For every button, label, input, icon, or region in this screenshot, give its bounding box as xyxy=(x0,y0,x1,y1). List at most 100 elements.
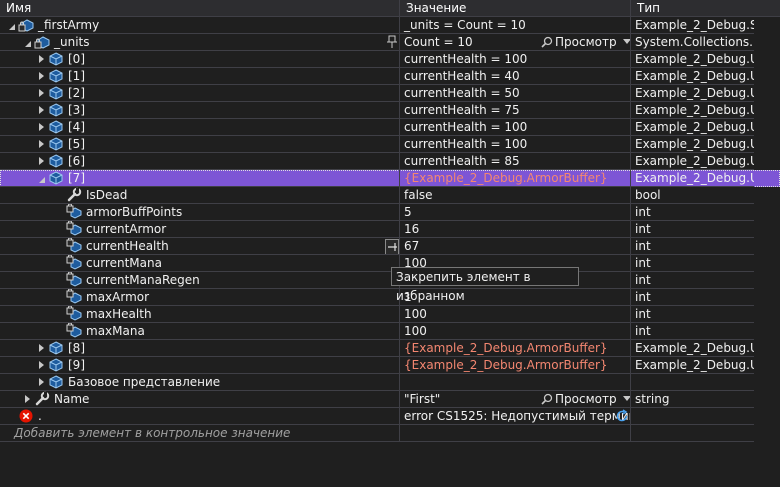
value-cell[interactable]: error CS1525: Недопустимый термин... xyxy=(400,408,631,425)
type-cell[interactable]: System.Collections.... xyxy=(631,34,754,51)
value-cell[interactable]: false xyxy=(400,187,631,204)
type-cell[interactable]: Example_2_Debug.U... xyxy=(631,85,754,102)
expand-arrow-icon[interactable] xyxy=(36,102,48,118)
type-cell[interactable]: int xyxy=(631,221,754,238)
type-cell[interactable]: Example_2_Debug.U... xyxy=(631,102,754,119)
watch-row[interactable]: currentMana 100 int xyxy=(0,255,780,272)
value-cell[interactable]: _units = Count = 10 xyxy=(400,17,631,34)
name-cell[interactable]: [4] xyxy=(0,119,400,136)
watch-row[interactable]: [1] currentHealth = 40 Example_2_Debug.U..… xyxy=(0,68,780,85)
watch-row[interactable]: Базовое представление xyxy=(0,374,780,391)
name-cell[interactable]: [6] xyxy=(0,153,400,170)
type-cell[interactable]: int xyxy=(631,204,754,221)
name-cell[interactable]: currentManaRegen xyxy=(0,272,400,289)
collapse-arrow-icon[interactable] xyxy=(36,170,48,186)
watch-row[interactable]: _firstArmy _units = Count = 10 Example_2_D… xyxy=(0,17,780,34)
type-cell[interactable]: int xyxy=(631,272,754,289)
value-cell[interactable]: currentHealth = 100 xyxy=(400,51,631,68)
name-cell[interactable]: armorBuffPoints xyxy=(0,204,400,221)
value-cell[interactable]: 100 xyxy=(400,306,631,323)
value-cell[interactable]: 16 xyxy=(400,221,631,238)
type-cell[interactable]: Example_2_Debug.U... xyxy=(631,357,754,374)
value-cell[interactable]: Count = 10 Просмотр xyxy=(400,34,631,51)
type-cell[interactable]: Example_2_Debug.U... xyxy=(631,136,754,153)
watch-row[interactable]: [3] currentHealth = 75 Example_2_Debug.U..… xyxy=(0,102,780,119)
value-cell[interactable]: currentHealth = 40 xyxy=(400,68,631,85)
watch-row[interactable]: _units Count = 10 Просмотр System.Collectio… xyxy=(0,34,780,51)
refresh-icon[interactable] xyxy=(615,409,629,423)
expand-arrow-icon[interactable] xyxy=(22,391,34,407)
column-header-type[interactable]: Тип xyxy=(631,0,780,17)
expand-arrow-icon[interactable] xyxy=(36,51,48,67)
expand-arrow-icon[interactable] xyxy=(36,374,48,390)
watch-row[interactable]: currentManaRegen int xyxy=(0,272,780,289)
watch-row[interactable]: currentArmor 16 int xyxy=(0,221,780,238)
view-dropdown-button[interactable]: Просмотр xyxy=(541,34,630,50)
watch-row[interactable]: [6] currentHealth = 85 Example_2_Debug.U..… xyxy=(0,153,780,170)
type-cell[interactable] xyxy=(631,374,754,391)
view-dropdown-button[interactable]: Просмотр xyxy=(541,391,630,407)
name-cell[interactable]: currentArmor xyxy=(0,221,400,238)
name-cell[interactable]: . xyxy=(0,408,400,425)
value-cell[interactable]: {Example_2_Debug.ArmorBuffer} xyxy=(400,340,631,357)
watch-row[interactable]: [8] {Example_2_Debug.ArmorBuffer} Example_… xyxy=(0,340,780,357)
type-cell[interactable]: Example_2_Debug.U... xyxy=(631,170,754,187)
name-cell[interactable]: [9] xyxy=(0,357,400,374)
name-cell[interactable]: currentMana xyxy=(0,255,400,272)
name-cell[interactable]: Базовое представление xyxy=(0,374,400,391)
watch-row[interactable]: maxMana 100 int xyxy=(0,323,780,340)
watch-row[interactable]: [5] currentHealth = 100 Example_2_Debug.U.… xyxy=(0,136,780,153)
pin-icon[interactable] xyxy=(385,239,399,254)
expand-arrow-icon[interactable] xyxy=(36,68,48,84)
watch-row[interactable]: Name "First" Просмотр string xyxy=(0,391,780,408)
value-cell[interactable]: currentHealth = 100 xyxy=(400,136,631,153)
name-cell[interactable]: [0] xyxy=(0,51,400,68)
name-cell[interactable]: _units xyxy=(0,34,400,51)
value-cell[interactable]: 5 xyxy=(400,204,631,221)
name-cell[interactable]: maxHealth xyxy=(0,306,400,323)
pin-icon[interactable] xyxy=(386,35,398,49)
type-cell[interactable]: int xyxy=(631,238,754,255)
type-cell[interactable]: Example_2_Debug.U... xyxy=(631,68,754,85)
name-cell[interactable]: _firstArmy xyxy=(0,17,400,34)
column-header-value[interactable]: Значение xyxy=(400,0,631,17)
expand-arrow-icon[interactable] xyxy=(36,136,48,152)
watch-row[interactable]: [0] currentHealth = 100 Example_2_Debug.U.… xyxy=(0,51,780,68)
value-cell[interactable]: "First" Просмотр xyxy=(400,391,631,408)
name-cell[interactable]: currentHealth xyxy=(0,238,400,255)
value-cell[interactable]: {Example_2_Debug.ArmorBuffer} xyxy=(400,357,631,374)
expand-arrow-icon[interactable] xyxy=(36,153,48,169)
type-cell[interactable]: bool xyxy=(631,187,754,204)
add-watch-input[interactable]: Добавить элемент в контрольное значение xyxy=(0,425,400,442)
column-header-name[interactable]: Имя xyxy=(0,0,400,17)
name-cell[interactable]: Name xyxy=(0,391,400,408)
watch-row[interactable]: [9] {Example_2_Debug.ArmorBuffer} Example_… xyxy=(0,357,780,374)
watch-row[interactable]: [4] currentHealth = 100 Example_2_Debug.U.… xyxy=(0,119,780,136)
value-cell[interactable] xyxy=(400,374,631,391)
name-cell[interactable]: maxArmor xyxy=(0,289,400,306)
name-cell[interactable]: maxMana xyxy=(0,323,400,340)
type-cell[interactable]: int xyxy=(631,306,754,323)
watch-row[interactable]: maxHealth 100 int xyxy=(0,306,780,323)
type-cell[interactable]: Example_2_Debug.U... xyxy=(631,51,754,68)
value-cell[interactable]: 67 xyxy=(400,238,631,255)
watch-row[interactable]: IsDead false bool xyxy=(0,187,780,204)
value-cell[interactable]: {Example_2_Debug.ArmorBuffer} xyxy=(400,170,631,187)
type-cell[interactable]: int xyxy=(631,323,754,340)
watch-row[interactable]: [2] currentHealth = 50 Example_2_Debug.U..… xyxy=(0,85,780,102)
watch-row[interactable]: currentHealth 67 int xyxy=(0,238,780,255)
value-cell[interactable]: currentHealth = 50 xyxy=(400,85,631,102)
watch-row[interactable]: . error CS1525: Недопустимый термин... xyxy=(0,408,780,425)
collapse-arrow-icon[interactable] xyxy=(6,17,18,33)
name-cell[interactable]: [7] xyxy=(0,170,400,187)
collapse-arrow-icon[interactable] xyxy=(22,34,34,50)
name-cell[interactable]: [3] xyxy=(0,102,400,119)
value-cell[interactable]: currentHealth = 100 xyxy=(400,119,631,136)
add-watch-row[interactable]: Добавить элемент в контрольное значение xyxy=(0,425,780,442)
watch-row[interactable]: armorBuffPoints 5 int xyxy=(0,204,780,221)
type-cell[interactable]: Example_2_Debug.S... xyxy=(631,17,754,34)
watch-row[interactable]: [7] {Example_2_Debug.ArmorBuffer} Example_… xyxy=(0,170,780,187)
expand-arrow-icon[interactable] xyxy=(36,340,48,356)
type-cell[interactable]: Example_2_Debug.U... xyxy=(631,340,754,357)
name-cell[interactable]: [1] xyxy=(0,68,400,85)
